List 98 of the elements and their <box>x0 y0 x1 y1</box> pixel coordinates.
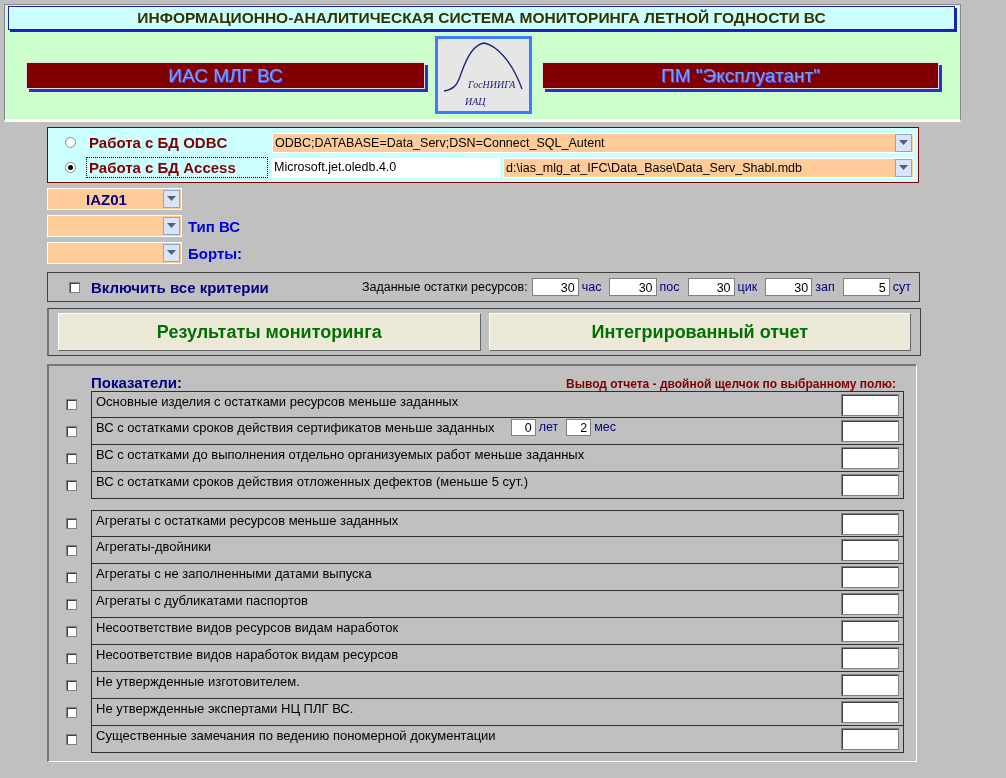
caret-icon <box>167 223 176 229</box>
indicator-label: ВС с остатками сроков действия отложенных дефектов (меньше 5 сут.) <box>96 473 528 489</box>
unit-label: цик <box>737 280 758 294</box>
indicator-label: Агрегаты с остатками ресурсов меньше заданных <box>96 512 399 528</box>
result-field[interactable] <box>841 539 899 561</box>
caret-icon <box>167 250 176 256</box>
result-field[interactable] <box>841 447 899 469</box>
dropdown-button[interactable] <box>163 190 180 208</box>
banner: ПМ "Эксплуатант" <box>542 61 939 89</box>
report-button[interactable]: Интегрированный отчет <box>488 313 911 351</box>
indicator-label: Несоответствие видов ресурсов видам наработок <box>96 619 399 635</box>
indicator-row[interactable]: ВС с остатками сроков действия сертификатов меньше заданных 0 лет 2 мес <box>91 418 904 445</box>
indicator-label: Существенные замечания по ведению пономерной документации <box>96 727 496 743</box>
number-field[interactable]: 30 <box>531 278 579 296</box>
indicator-row[interactable]: Агрегаты-двойники <box>91 537 904 564</box>
option-label[interactable]: Работа с БД ODBC <box>86 132 268 153</box>
combo-box[interactable]: IAZ01 <box>47 188 182 210</box>
indicator-label: ВС с остатками сроков действия сертификатов меньше заданных <box>96 419 495 435</box>
indicator-label: Несоответствие видов наработок видам ресурсов <box>96 646 399 662</box>
field-label: Борты: <box>188 244 243 262</box>
text-field[interactable]: Microsoft.jet.oledb.4.0 <box>272 157 500 178</box>
indicator-row[interactable]: Несоответствие видов наработок видам ресурсов <box>91 645 904 672</box>
number-field[interactable]: 0 <box>510 418 536 436</box>
result-field[interactable] <box>841 513 899 535</box>
indicator-label: Не утвержденные экспертами НЦ ПЛГ ВС. <box>96 700 354 716</box>
section-title: Показатели: <box>91 374 182 391</box>
indicator-row[interactable]: Не утвержденные экспертами НЦ ПЛГ ВС. <box>91 699 904 726</box>
checkbox[interactable] <box>66 518 77 529</box>
result-field[interactable] <box>841 620 899 642</box>
checkbox[interactable] <box>66 734 77 745</box>
result-field[interactable] <box>841 420 899 442</box>
window-title: ИНФОРМАЦИОННО-АНАЛИТИЧЕСКАЯ СИСТЕМА МОНИТОРИНГА ЛЕТНОЙ ГОДНОСТИ ВС <box>8 6 955 30</box>
hint-text: Вывод отчета - двойной щелчок по выбранному полю: <box>566 377 896 391</box>
number-field[interactable]: 30 <box>609 278 657 296</box>
option-label[interactable]: Работа с БД Access <box>86 157 268 178</box>
indicator-row[interactable]: ВС с остатками сроков действия отложенных дефектов (меньше 5 сут.) <box>91 472 904 499</box>
checkbox[interactable] <box>66 426 77 437</box>
unit-label: пос <box>659 280 680 294</box>
dropdown-button[interactable] <box>895 133 912 152</box>
result-field[interactable] <box>841 474 899 496</box>
unit-label: сут <box>892 280 911 294</box>
result-field[interactable] <box>841 674 899 696</box>
dropdown-button[interactable] <box>163 217 180 235</box>
indicator-row[interactable]: Агрегаты с дубликатами паспортов <box>91 591 904 618</box>
checkbox[interactable] <box>66 399 77 410</box>
field-label: Тип ВС <box>188 217 241 235</box>
result-field[interactable] <box>841 593 899 615</box>
banner: ИАС МЛГ ВС <box>26 61 425 89</box>
indicator-row[interactable]: Основные изделия с остатками ресурсов меньше заданных <box>91 391 904 418</box>
checkbox[interactable] <box>66 626 77 637</box>
indicator-row[interactable]: ВС с остатками до выполнения отдельно организуемых работ меньше заданных <box>91 445 904 472</box>
checkbox[interactable] <box>66 653 77 664</box>
indicator-label: Агрегаты-двойники <box>96 538 212 554</box>
indicator-row[interactable]: Агрегаты с не заполненными датами выпуска <box>91 564 904 591</box>
unit-label: зап <box>815 280 835 294</box>
result-field[interactable] <box>841 728 899 750</box>
field-label: Заданные остатки ресурсов: <box>361 280 528 294</box>
indicator-row[interactable]: Существенные замечания по ведению пономерной документации <box>91 726 904 753</box>
result-field[interactable] <box>841 394 899 416</box>
unit-label: мес <box>594 420 616 434</box>
indicator-row[interactable]: Несоответствие видов ресурсов видам наработок <box>91 618 904 645</box>
indicator-label: Основные изделия с остатками ресурсов меньше заданных <box>96 393 459 409</box>
dropdown-button[interactable] <box>895 158 912 177</box>
number-field[interactable]: 30 <box>687 278 735 296</box>
indicator-row[interactable]: Не утвержденные изготовителем. <box>91 672 904 699</box>
caret-icon <box>899 164 908 171</box>
checkbox[interactable] <box>66 707 77 718</box>
result-field[interactable] <box>841 701 899 723</box>
checkbox[interactable] <box>66 680 77 691</box>
unit-label: час <box>581 280 602 294</box>
radio-button[interactable] <box>65 162 76 173</box>
combo-box[interactable]: ODBC;DATABASE=Data_Serv;DSN=Connect_SQL_Autent <box>272 132 914 153</box>
checkbox[interactable] <box>66 572 77 583</box>
radio-button[interactable] <box>65 137 76 148</box>
checkbox[interactable] <box>66 480 77 491</box>
indicator-label: Агрегаты с не заполненными датами выпуска <box>96 565 372 581</box>
result-field[interactable] <box>841 566 899 588</box>
logo-text: ИАЦ <box>465 96 486 107</box>
indicator-label: Агрегаты с дубликатами паспортов <box>96 592 308 608</box>
checkbox[interactable] <box>69 281 80 293</box>
number-field[interactable]: 2 <box>566 418 592 436</box>
indicator-label: Не утвержденные изготовителем. <box>96 673 300 689</box>
indicator-label: ВС с остатками до выполнения отдельно организуемых работ меньше заданных <box>96 446 585 462</box>
checkbox[interactable] <box>66 453 77 464</box>
combo-box[interactable]: d:\ias_mlg_at_IFC\Data_Base\Data_Serv_Shabl.mdb <box>503 157 914 178</box>
checkbox[interactable] <box>66 545 77 556</box>
checkbox-label: Включить все критерии <box>91 278 270 296</box>
number-field[interactable]: 30 <box>765 278 813 296</box>
result-field[interactable] <box>841 647 899 669</box>
caret-icon <box>899 139 908 146</box>
report-button[interactable]: Результаты мониторинга <box>58 313 481 351</box>
number-field[interactable]: 5 <box>842 278 890 296</box>
unit-label: лет <box>538 420 559 434</box>
checkbox[interactable] <box>66 599 77 610</box>
dropdown-button[interactable] <box>163 244 180 262</box>
logo-text: ГосНИИГА <box>468 79 516 90</box>
caret-icon <box>167 196 176 202</box>
indicator-row[interactable]: Агрегаты с остатками ресурсов меньше заданных <box>91 510 904 537</box>
